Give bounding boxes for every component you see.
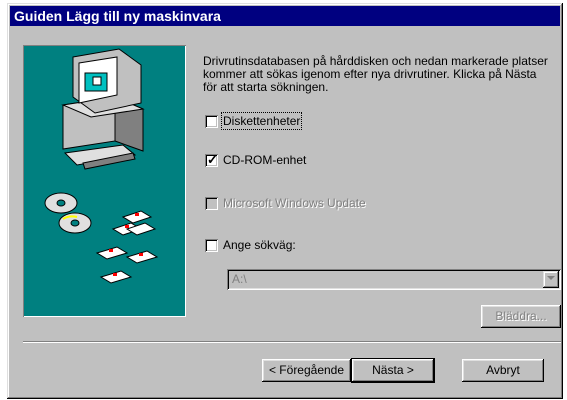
cd-disc-icon xyxy=(44,192,92,234)
cancel-button[interactable]: Avbryt xyxy=(462,359,544,382)
path-checkbox[interactable] xyxy=(205,239,218,252)
path-label[interactable]: Ange sökväg: xyxy=(223,238,296,252)
floppy-label[interactable]: Diskettenheter xyxy=(220,112,303,130)
path-combobox[interactable]: A:\ xyxy=(227,269,561,290)
wizard-window: Guiden Lägg till ny maskinvara Drivrutin… xyxy=(7,3,563,399)
windows-update-label[interactable]: Microsoft Windows Update xyxy=(223,196,366,210)
next-button[interactable]: Nästa > xyxy=(352,359,434,382)
wizard-illustration xyxy=(23,45,186,317)
windows-update-checkbox[interactable] xyxy=(205,197,218,210)
cdrom-label[interactable]: CD-ROM-enhet xyxy=(223,153,306,167)
back-button[interactable]: < Föregående xyxy=(262,359,351,382)
floppy-checkbox[interactable] xyxy=(205,115,218,128)
separator xyxy=(23,341,561,343)
floppy-disk-icon xyxy=(95,210,159,284)
window-title: Guiden Lägg till ny maskinvara xyxy=(14,8,221,24)
computer-icon xyxy=(61,48,145,170)
path-combobox-value: A:\ xyxy=(232,272,247,286)
browse-button[interactable]: Bläddra... xyxy=(481,305,561,328)
description-text: Drivrutinsdatabasen på hårddisken och ne… xyxy=(203,54,548,94)
dropdown-arrow-icon[interactable] xyxy=(543,271,559,288)
title-bar[interactable]: Guiden Lägg till ny maskinvara xyxy=(10,6,560,26)
cdrom-checkbox[interactable]: ✓ xyxy=(205,152,218,167)
